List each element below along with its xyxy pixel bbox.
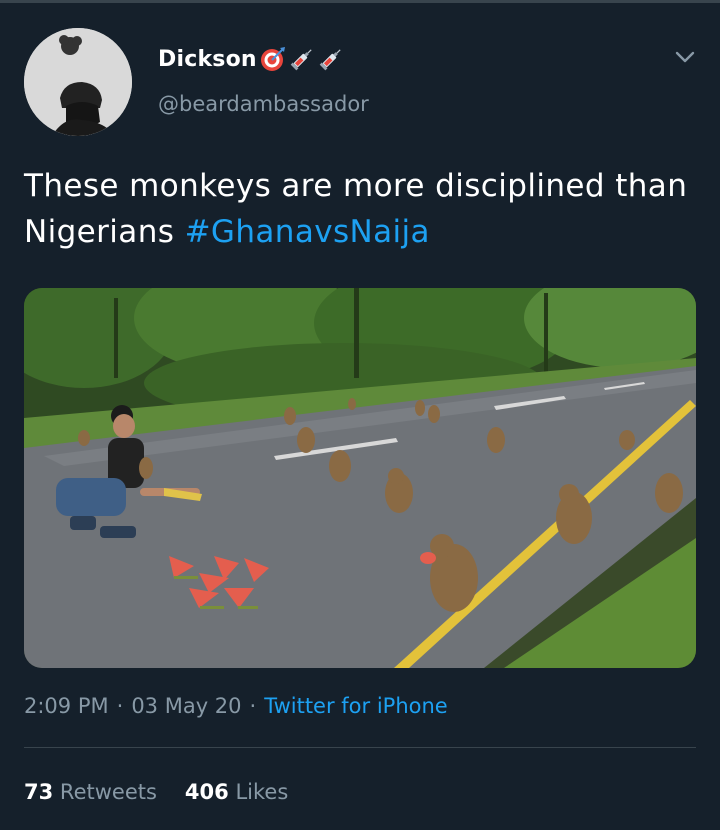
user-handle[interactable]: @beardambassador (158, 92, 369, 116)
tweet-text: These monkeys are more disciplined than … (24, 163, 694, 255)
meta-separator: · (249, 694, 257, 718)
syringe-emoji-icon (289, 46, 315, 72)
retweets-count: 73 (24, 780, 54, 804)
author-name-row[interactable]: Dickson (158, 42, 344, 76)
stats-divider (24, 747, 696, 748)
retweets-stat[interactable]: 73 Retweets (24, 780, 157, 804)
tweet-source-link[interactable]: Twitter for iPhone (264, 694, 448, 718)
top-divider (0, 0, 720, 3)
avatar[interactable] (24, 28, 132, 136)
target-emoji-icon (260, 46, 286, 72)
tweet-stats: 73 Retweets 406 Likes (24, 780, 288, 804)
likes-stat[interactable]: 406 Likes (185, 780, 288, 804)
tweet-metadata: 2:09 PM · 03 May 20 · Twitter for iPhone (24, 694, 448, 718)
likes-label: Likes (235, 780, 289, 804)
chevron-down-icon[interactable] (672, 44, 698, 70)
retweets-label: Retweets (59, 780, 157, 804)
tweet-photo[interactable] (24, 288, 696, 668)
display-name[interactable]: Dickson (158, 47, 257, 72)
hashtag-link[interactable]: #GhanavsNaija (185, 214, 430, 250)
monkeys-road-photo (24, 288, 696, 668)
likes-count: 406 (184, 780, 229, 804)
syringe-emoji-icon (318, 46, 344, 72)
tweet-date[interactable]: 03 May 20 (131, 694, 241, 718)
tweet-time[interactable]: 2:09 PM (24, 694, 109, 718)
avatar-image (24, 28, 132, 136)
meta-separator: · (116, 694, 124, 718)
